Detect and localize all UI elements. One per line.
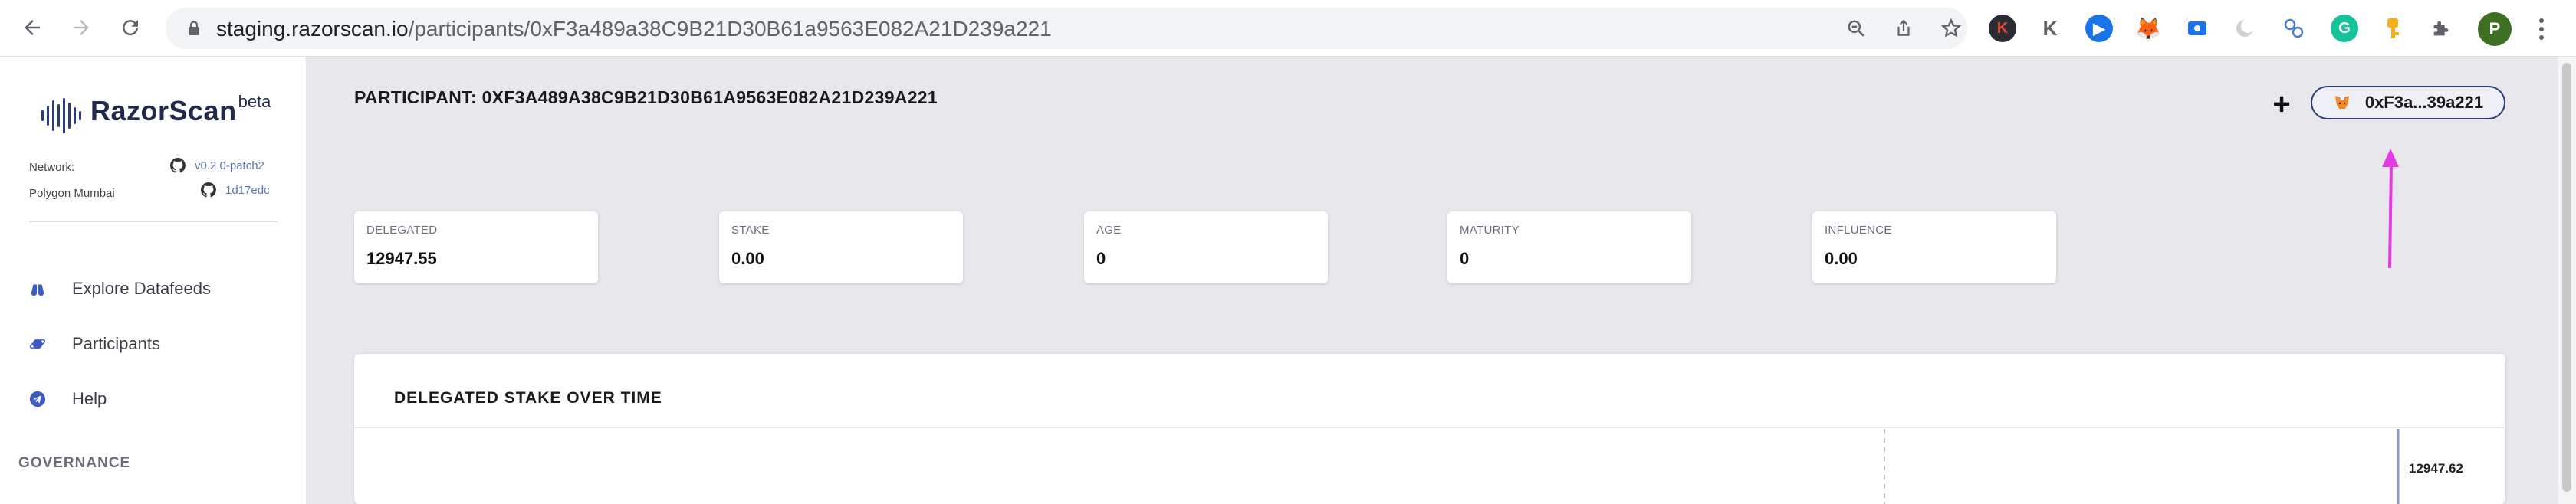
stat-value: 0: [1096, 249, 1106, 268]
razorscan-logo[interactable]: RazorScan beta: [41, 92, 271, 135]
sidebar-item-label: Participants: [72, 334, 160, 353]
sidebar-item-label: Explore Datafeeds: [72, 279, 211, 298]
stat-value: 0: [1460, 249, 1470, 268]
add-icon[interactable]: +: [2266, 87, 2297, 121]
commit-text: 1d17edc: [225, 183, 270, 197]
network-name: Polygon Mumbai: [29, 187, 115, 200]
extension-moon-icon[interactable]: [2231, 15, 2259, 42]
stat-label: STAKE: [731, 224, 770, 237]
governance-section-label: GOVERNANCE: [18, 455, 131, 471]
page-title: PARTICIPANT: 0XF3A489A38C9B21D30B61A9563…: [354, 87, 938, 107]
grammarly-extension-icon[interactable]: G: [2331, 15, 2358, 42]
delegated-stake-chart-panel: DELEGATED STAKE OVER TIME 12947.62: [354, 354, 2505, 504]
version-text: v0.2.0-patch2: [195, 159, 264, 172]
url-path: /participants/0xF3a489a38C9B21D30B61a956…: [408, 17, 1052, 41]
stat-label: DELEGATED: [366, 224, 438, 237]
stat-card-age: AGE 0: [1084, 211, 1328, 283]
sidebar-item-participants[interactable]: Participants: [29, 334, 160, 354]
address-bar[interactable]: staging.razorscan.io/participants/0xF3a4…: [166, 8, 1967, 49]
stat-label: INFLUENCE: [1825, 224, 1892, 237]
stat-card-maturity: MATURITY 0: [1447, 211, 1691, 283]
stat-value: 0.00: [1825, 249, 1858, 268]
logo-text: RazorScan: [90, 95, 237, 126]
stat-value: 0.00: [731, 249, 764, 268]
binoculars-icon: [29, 280, 46, 297]
stat-card-delegated: DELEGATED 12947.55: [354, 211, 598, 283]
share-icon[interactable]: [1892, 17, 1915, 40]
stat-label: MATURITY: [1460, 224, 1520, 237]
chart-tick-label: 12947.62: [2409, 461, 2463, 476]
extension-link-icon[interactable]: [2280, 15, 2308, 42]
back-icon[interactable]: [15, 11, 49, 44]
github-icon: [201, 182, 216, 198]
wallet-address: 0xF3a...39a221: [2364, 93, 2484, 112]
browser-toolbar: staging.razorscan.io/participants/0xF3a4…: [0, 0, 2576, 57]
github-icon: [170, 158, 186, 173]
profile-avatar[interactable]: P: [2478, 12, 2512, 46]
commit-link[interactable]: 1d17edc: [201, 182, 270, 198]
browser-menu-icon[interactable]: [2530, 15, 2553, 43]
extensions-puzzle-icon[interactable]: [2427, 15, 2455, 42]
sidebar-item-help[interactable]: Help: [29, 389, 107, 409]
extension-play-icon[interactable]: ▶: [2085, 15, 2113, 42]
telegram-icon: [29, 391, 46, 407]
url-text: staging.razorscan.io/participants/0xF3a4…: [216, 17, 1052, 41]
chart-divider: [354, 427, 2505, 428]
metamask-extension-icon[interactable]: 🦊: [2134, 15, 2162, 42]
page-scrollbar[interactable]: [2558, 57, 2576, 504]
lock-icon: [189, 21, 199, 35]
logo-waveform-icon: [41, 97, 81, 135]
sidebar: RazorScan beta Network: Polygon Mumbai v…: [0, 57, 307, 504]
stat-label: AGE: [1096, 224, 1122, 237]
extension-screen-icon[interactable]: [2183, 15, 2211, 42]
extension-key-icon[interactable]: [2380, 15, 2407, 42]
stat-card-stake: STAKE 0.00: [719, 211, 963, 283]
bookmark-star-icon[interactable]: [1940, 17, 1963, 40]
sidebar-item-label: Help: [72, 389, 107, 408]
extension-kalamint-icon[interactable]: K: [2036, 15, 2064, 42]
logo-beta: beta: [238, 92, 271, 111]
zoom-icon[interactable]: [1845, 17, 1868, 40]
stat-value: 12947.55: [366, 249, 437, 268]
sidebar-divider: [29, 221, 278, 222]
stat-card-influence: INFLUENCE 0.00: [1812, 211, 2056, 283]
participants-icon: [29, 335, 46, 352]
metamask-fox-icon: [2334, 96, 2350, 109]
forward-icon[interactable]: [64, 11, 98, 44]
version-link[interactable]: v0.2.0-patch2: [170, 158, 264, 173]
scrollbar-thumb[interactable]: [2562, 63, 2571, 492]
wallet-button[interactable]: 0xF3a...39a221: [2311, 86, 2505, 119]
chart-svg: [1884, 429, 2400, 504]
sidebar-item-explore-datafeeds[interactable]: Explore Datafeeds: [29, 279, 211, 299]
network-label: Network:: [29, 161, 75, 174]
url-host: staging.razorscan.io: [216, 17, 409, 41]
chart-area: 12947.62: [354, 429, 2505, 504]
extension-k-icon[interactable]: K: [1989, 15, 2016, 42]
annotation-arrow: [2382, 149, 2399, 269]
reload-icon[interactable]: [113, 11, 147, 44]
chart-title: DELEGATED STAKE OVER TIME: [394, 389, 662, 407]
